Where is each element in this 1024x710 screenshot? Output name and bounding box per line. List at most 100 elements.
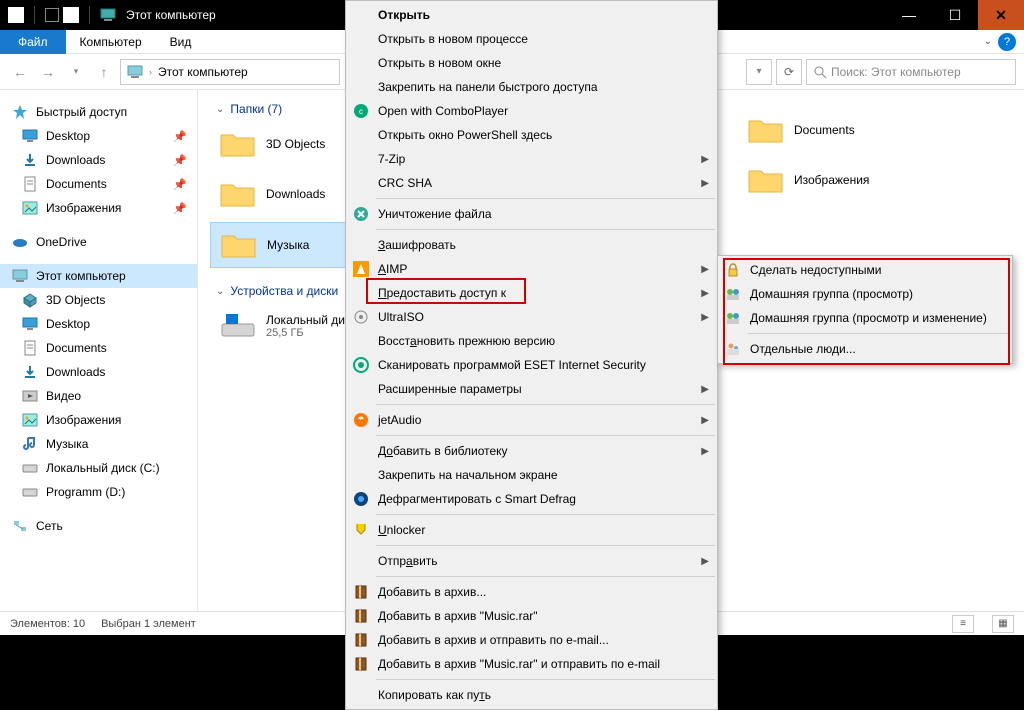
search-input[interactable]: Поиск: Этот компьютер bbox=[806, 59, 1016, 85]
submenu-arrow-icon: ▶ bbox=[701, 446, 709, 457]
refresh-button[interactable]: ▾ bbox=[746, 59, 772, 85]
sidebar-item[interactable]: Documents bbox=[0, 336, 197, 360]
minimize-button[interactable]: — bbox=[886, 0, 932, 30]
properties-icon[interactable] bbox=[63, 7, 79, 23]
folder-item[interactable]: Documents bbox=[738, 108, 938, 152]
folder-icon bbox=[22, 436, 38, 452]
sidebar-item[interactable]: Изображения bbox=[0, 408, 197, 432]
context-menu-item[interactable]: Закрепить на начальном экране bbox=[346, 463, 717, 487]
context-menu-item[interactable]: Добавить в архив... bbox=[346, 580, 717, 604]
pin-icon: 📌 bbox=[173, 202, 187, 215]
submenu-item[interactable]: Отдельные люди... bbox=[718, 337, 1012, 361]
details-view-button[interactable]: ≡ bbox=[952, 615, 974, 633]
sidebar-item[interactable]: Programm (D:) bbox=[0, 480, 197, 504]
computer-tab[interactable]: Компьютер bbox=[66, 31, 156, 53]
rar-icon bbox=[352, 607, 370, 625]
context-menu-item[interactable]: Добавить в архив и отправить по e-mail..… bbox=[346, 628, 717, 652]
back-button[interactable]: ← bbox=[8, 60, 32, 84]
rar-icon bbox=[352, 583, 370, 601]
sidebar-item-documents[interactable]: Documents📌 bbox=[0, 172, 197, 196]
submenu-item[interactable]: Домашняя группа (просмотр) bbox=[718, 282, 1012, 306]
sidebar-this-pc[interactable]: Этот компьютер bbox=[0, 264, 197, 288]
sidebar-item-изображения[interactable]: Изображения📌 bbox=[0, 196, 197, 220]
folder-icon bbox=[22, 388, 38, 404]
submenu-item[interactable]: Домашняя группа (просмотр и изменение) bbox=[718, 306, 1012, 330]
up-button[interactable]: ↑ bbox=[92, 60, 116, 84]
chevron-down-icon: ⌄ bbox=[216, 286, 224, 297]
context-menu-item[interactable]: Копировать как путь bbox=[346, 683, 717, 707]
icons-view-button[interactable]: ▦ bbox=[992, 615, 1014, 633]
context-menu-item[interactable]: Открыть в новом окне bbox=[346, 51, 717, 75]
folder-icon bbox=[218, 176, 258, 212]
sidebar-network[interactable]: Сеть bbox=[0, 514, 197, 538]
folder-item[interactable]: Изображения bbox=[738, 158, 938, 202]
context-menu-item[interactable]: AIMP▶ bbox=[346, 257, 717, 281]
context-menu-item[interactable]: Добавить в архив "Music.rar" и отправить… bbox=[346, 652, 717, 676]
context-menu-item[interactable]: Отправить▶ bbox=[346, 549, 717, 573]
context-menu-item[interactable]: Открыть окно PowerShell здесь bbox=[346, 123, 717, 147]
quick-access-toolbar: Этот компьютер bbox=[0, 6, 216, 24]
navigation-pane: Быстрый доступ Desktop📌Downloads📌Documen… bbox=[0, 90, 198, 611]
context-menu-item[interactable]: Закрепить на панели быстрого доступа bbox=[346, 75, 717, 99]
this-pc-icon bbox=[100, 7, 116, 23]
submenu-arrow-icon: ▶ bbox=[701, 415, 709, 426]
share-submenu: Сделать недоступнымиДомашняя группа (про… bbox=[717, 255, 1013, 364]
pin-icon: 📌 bbox=[173, 130, 187, 143]
context-menu-item[interactable]: CRC SHA▶ bbox=[346, 171, 717, 195]
unlock-icon bbox=[352, 521, 370, 539]
uiso-icon bbox=[352, 308, 370, 326]
folder-icon bbox=[22, 460, 38, 476]
context-menu-item[interactable]: Открыть bbox=[346, 3, 717, 27]
sidebar-item-desktop[interactable]: Desktop📌 bbox=[0, 124, 197, 148]
close-button[interactable]: ✕ bbox=[978, 0, 1024, 30]
context-menu-item[interactable]: Расширенные параметры▶ bbox=[346, 377, 717, 401]
sidebar-item[interactable]: Видео bbox=[0, 384, 197, 408]
view-tab[interactable]: Вид bbox=[156, 31, 206, 53]
context-menu-item[interactable]: Добавить в архив "Music.rar" bbox=[346, 604, 717, 628]
rar-icon bbox=[352, 631, 370, 649]
context-menu-item[interactable]: Дефрагментировать с Smart Defrag bbox=[346, 487, 717, 511]
ribbon-expand-icon[interactable]: ⌄ bbox=[984, 36, 992, 47]
sidebar-item-downloads[interactable]: Downloads📌 bbox=[0, 148, 197, 172]
search-icon bbox=[813, 65, 827, 79]
sidebar-item[interactable]: Desktop bbox=[0, 312, 197, 336]
sidebar-item[interactable]: Локальный диск (C:) bbox=[0, 456, 197, 480]
help-button[interactable]: ? bbox=[998, 33, 1016, 51]
forward-button[interactable]: → bbox=[36, 60, 60, 84]
folder-icon bbox=[22, 340, 38, 356]
checkbox-icon[interactable] bbox=[45, 8, 59, 22]
folder-icon bbox=[218, 126, 258, 162]
network-icon bbox=[12, 518, 28, 534]
context-menu-item[interactable]: Добавить в библиотеку▶ bbox=[346, 439, 717, 463]
context-menu-item[interactable]: Сканировать программой ESET Internet Sec… bbox=[346, 353, 717, 377]
destroy-icon bbox=[352, 205, 370, 223]
breadcrumb[interactable]: › Этот компьютер bbox=[120, 59, 340, 85]
recent-button[interactable]: ▾ bbox=[64, 60, 88, 84]
lock-icon bbox=[724, 261, 742, 279]
this-pc-icon bbox=[127, 64, 143, 80]
sidebar-item[interactable]: Downloads bbox=[0, 360, 197, 384]
aimp-icon bbox=[352, 260, 370, 278]
refresh-icon[interactable]: ⟳ bbox=[776, 59, 802, 85]
sidebar-item[interactable]: Музыка bbox=[0, 432, 197, 456]
context-menu-item[interactable]: Предоставить доступ к▶ bbox=[346, 281, 717, 305]
context-menu-item[interactable]: 7-Zip▶ bbox=[346, 147, 717, 171]
window-title: Этот компьютер bbox=[126, 8, 216, 22]
sidebar-item[interactable]: 3D Objects bbox=[0, 288, 197, 312]
file-tab[interactable]: Файл bbox=[0, 30, 66, 54]
sidebar-onedrive[interactable]: OneDrive bbox=[0, 230, 197, 254]
pin-icon: 📌 bbox=[173, 178, 187, 191]
maximize-button[interactable]: ☐ bbox=[932, 0, 978, 30]
context-menu-item[interactable]: Уничтожение файла bbox=[346, 202, 717, 226]
sidebar-quick-access[interactable]: Быстрый доступ bbox=[0, 100, 197, 124]
context-menu-item[interactable]: Восстановить прежнюю версию bbox=[346, 329, 717, 353]
context-menu-item[interactable]: Unlocker bbox=[346, 518, 717, 542]
folder-icon bbox=[22, 292, 38, 308]
context-menu-item[interactable]: jetAudio▶ bbox=[346, 408, 717, 432]
context-menu-item[interactable]: Зашифровать bbox=[346, 233, 717, 257]
submenu-item[interactable]: Сделать недоступными bbox=[718, 258, 1012, 282]
context-menu-item[interactable]: UltraISO▶ bbox=[346, 305, 717, 329]
context-menu-item[interactable]: cOpen with ComboPlayer bbox=[346, 99, 717, 123]
context-menu-item[interactable]: Открыть в новом процессе bbox=[346, 27, 717, 51]
submenu-arrow-icon: ▶ bbox=[701, 178, 709, 189]
